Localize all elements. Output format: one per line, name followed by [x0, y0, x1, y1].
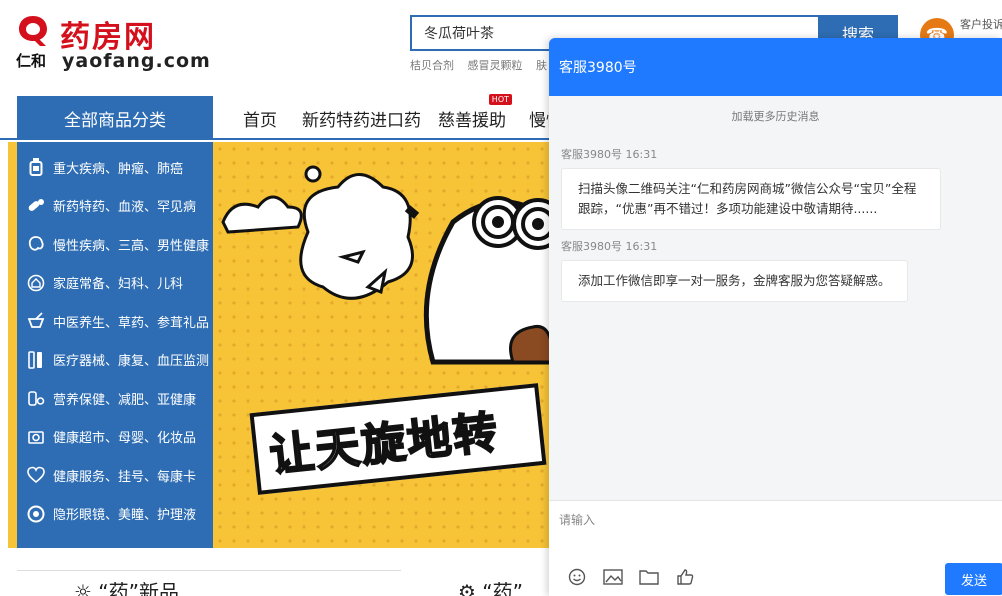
send-button[interactable]: 发送: [945, 563, 1002, 595]
hot-word-link[interactable]: 肤: [536, 59, 547, 72]
load-history-link[interactable]: 加载更多历史消息: [549, 108, 1002, 124]
folder-icon[interactable]: [639, 567, 659, 587]
category-item[interactable]: 新药特药、血液、罕见病: [17, 187, 213, 226]
complaint-label: 客户投诉: [960, 18, 1002, 31]
chat-input-placeholder[interactable]: 请输入: [559, 511, 595, 528]
category-item[interactable]: 慢性疾病、三高、男性健康: [17, 225, 213, 264]
logo-mark-icon: [19, 16, 47, 46]
logo-domain: yaofang.com: [62, 50, 211, 72]
category-item[interactable]: 中医养生、草药、参茸礼品: [17, 302, 213, 341]
device-icon: [27, 350, 45, 369]
organ-icon: [27, 235, 45, 253]
emoji-icon[interactable]: [567, 567, 587, 587]
chat-title: 客服3980号: [549, 38, 1002, 96]
hot-search-words: 桔贝合剂 感冒灵颗粒 肤: [410, 57, 557, 73]
message-bubble: 添加工作微信即享一对一服务，金牌客服为您答疑解惑。: [561, 260, 908, 302]
category-label: 慢性疾病、三高、男性健康: [53, 238, 210, 254]
chat-panel: 客服3980号 加载更多历史消息 客服3980号 16:31 扫描头像二维码关注…: [549, 38, 1002, 596]
category-item[interactable]: 健康超市、母婴、化妆品: [17, 418, 213, 457]
category-label: 医疗器械、康复、血压监测: [53, 354, 210, 370]
banner-artwork: [221, 165, 553, 365]
category-label: 隐形眼镜、美瞳、护理液: [53, 508, 197, 524]
page: 仁和 药房网 yaofang.com 搜索 桔贝合剂 感冒灵颗粒 肤 ☎ 客户投…: [0, 0, 1002, 596]
category-label: 新药特药、血液、罕见病: [53, 200, 197, 216]
message-meta: 客服3980号 16:31: [561, 240, 658, 253]
logo-brand-small: 仁和: [16, 52, 47, 70]
hot-badge: HOT: [488, 94, 512, 105]
site-logo[interactable]: 仁和 药房网 yaofang.com: [14, 10, 214, 72]
gear-icon: ⚙: [458, 580, 483, 596]
category-sidebar: 重大疾病、肿瘤、肺癌 新药特药、血液、罕见病 慢性疾病、三高、男性健康 家庭常备…: [17, 142, 213, 548]
supplement-icon: [27, 389, 45, 407]
category-label: 重大疾病、肿瘤、肺癌: [53, 161, 184, 177]
sun-icon: ☼: [74, 580, 99, 596]
all-categories-button[interactable]: 全部商品分类: [17, 96, 213, 140]
category-item[interactable]: 隐形眼镜、美瞳、护理液: [17, 495, 213, 534]
nav-charity[interactable]: 慈善援助 HOT: [438, 94, 512, 131]
chat-input-area[interactable]: 请输入 发送: [549, 500, 1002, 596]
category-item[interactable]: 重大疾病、肿瘤、肺癌: [17, 148, 213, 187]
category-label: 营养保健、减肥、亚健康: [53, 392, 197, 408]
message-meta: 客服3980号 16:31: [561, 148, 658, 161]
nav-charity-label: 慈善援助: [438, 111, 506, 131]
promo-banner[interactable]: 让天旋地转: [213, 142, 553, 548]
category-label: 健康服务、挂号、每康卡: [53, 469, 197, 485]
category-item[interactable]: 医疗器械、康复、血压监测: [17, 341, 213, 380]
category-label: 健康超市、母婴、化妆品: [53, 431, 197, 447]
lens-icon: [27, 505, 45, 523]
hot-word-link[interactable]: 感冒灵颗粒: [468, 59, 523, 72]
category-item[interactable]: 健康服务、挂号、每康卡: [17, 456, 213, 495]
nav-home[interactable]: 首页: [243, 106, 277, 131]
chat-message: 客服3980号 16:31 扫描头像二维码关注“仁和药房网商城”微信公众号“宝贝…: [561, 146, 941, 230]
category-item[interactable]: 营养保健、减肥、亚健康: [17, 379, 213, 418]
bottle-icon: [27, 158, 45, 177]
nav-new-drugs[interactable]: 新药特药进口药: [302, 106, 421, 131]
new-products-title: ☼ “药”新品: [74, 576, 179, 596]
section-title-label: “药”: [482, 580, 524, 596]
category-label: 家庭常备、妇科、儿科: [53, 277, 184, 293]
cart-icon: [27, 428, 45, 446]
chat-message: 客服3980号 16:31 添加工作微信即享一对一服务，金牌客服为您答疑解惑。: [561, 238, 908, 302]
chat-toolbar: [567, 567, 695, 587]
section-title-right: ⚙ “药”: [458, 576, 523, 596]
heart-icon: [27, 466, 45, 484]
image-icon[interactable]: [603, 567, 623, 587]
mortar-icon: [27, 312, 45, 330]
category-label: 中医养生、草药、参茸礼品: [53, 315, 210, 331]
category-item[interactable]: 家庭常备、妇科、儿科: [17, 264, 213, 303]
home-icon: [27, 274, 45, 292]
message-bubble: 扫描头像二维码关注“仁和药房网商城”微信公众号“宝贝”全程跟踪，“优惠”再不错过…: [561, 168, 941, 230]
pill-icon: [27, 197, 45, 215]
thumbs-up-icon[interactable]: [675, 567, 695, 587]
banner-edge: [8, 142, 17, 548]
hot-word-link[interactable]: 桔贝合剂: [410, 59, 454, 72]
new-products-label: “药”新品: [98, 580, 180, 596]
